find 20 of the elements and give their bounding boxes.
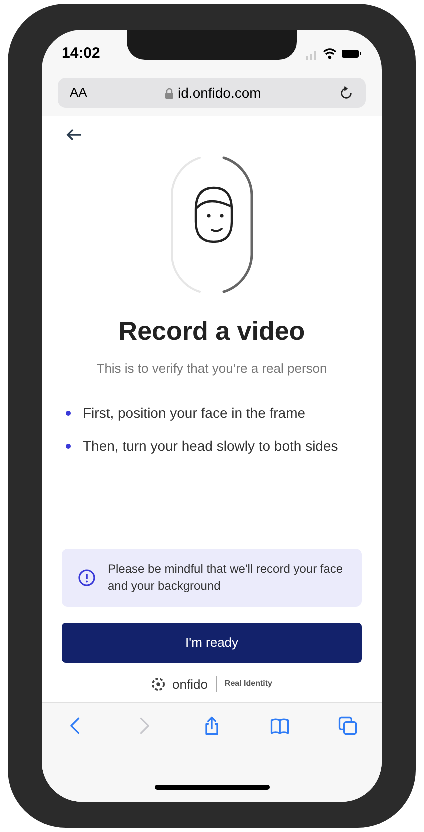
text-size-button[interactable]: AA: [70, 83, 88, 103]
bullet-icon: [66, 410, 71, 416]
brand-name: onfido: [172, 676, 208, 694]
page-subtitle: This is to verify that you’re a real person: [96, 360, 328, 378]
brand-tagline: Real Identity: [224, 678, 272, 690]
back-arrow-icon[interactable]: [66, 128, 82, 142]
onfido-logo-icon: [152, 678, 164, 691]
step-text: Then, turn your head slowly to both sides: [83, 436, 338, 456]
info-icon: [78, 568, 96, 586]
lock-icon: [165, 88, 174, 98]
notice-text: Please be mindful that we'll record your face and your background: [108, 560, 344, 594]
url-text: id.onfido.com: [178, 84, 262, 102]
address-bar[interactable]: AA id.onfido.com: [58, 78, 366, 108]
status-icons: [306, 48, 362, 60]
bullet-icon: [66, 444, 71, 448]
step-text: First, position your face in the frame: [83, 404, 306, 423]
status-time: 14:02: [62, 44, 100, 64]
reload-icon[interactable]: [339, 86, 354, 100]
ready-button[interactable]: I'm ready: [62, 622, 362, 662]
page-title: Record a video: [118, 315, 306, 348]
